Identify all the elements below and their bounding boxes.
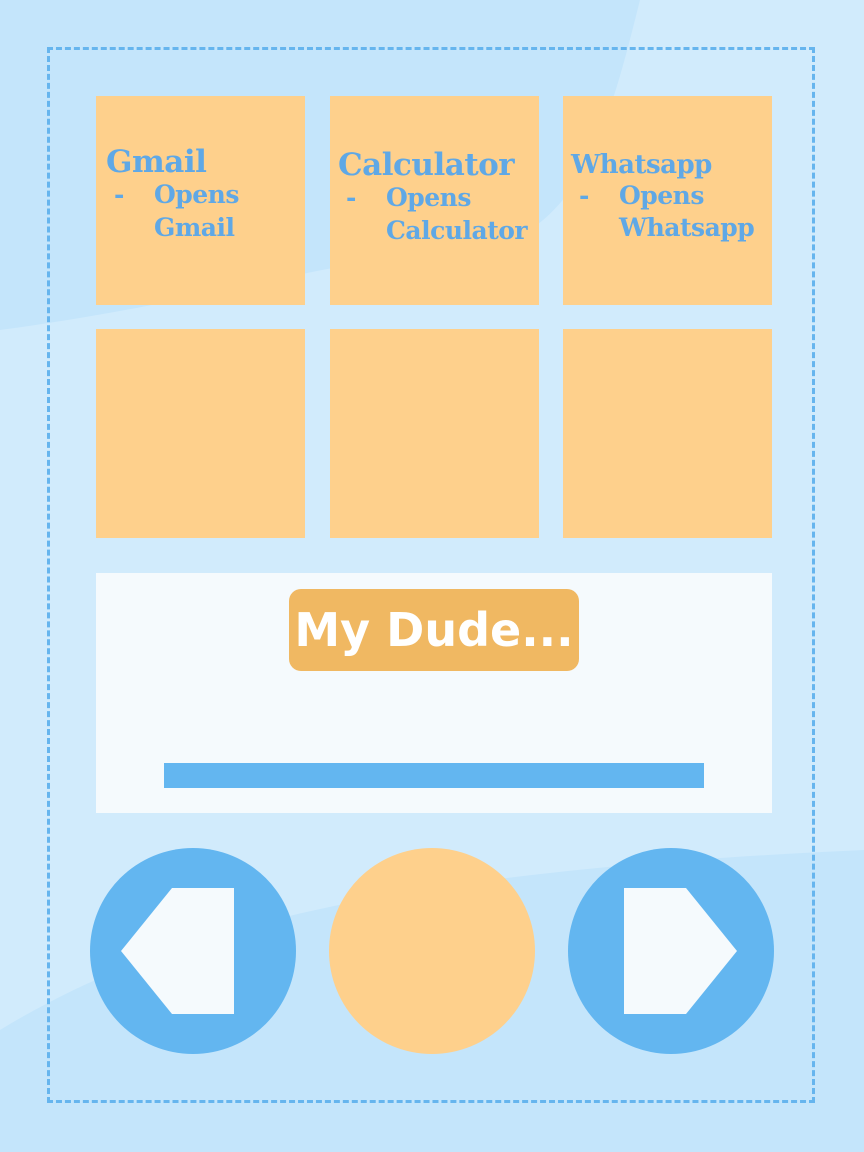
app-tile-empty[interactable] (330, 329, 539, 538)
app-tile-desc: Opens (619, 181, 704, 210)
app-tile-desc: Opens (386, 183, 471, 212)
app-tile-empty[interactable] (96, 329, 305, 538)
panel-title: My Dude... (289, 589, 579, 671)
app-tile-empty[interactable] (563, 329, 772, 538)
now-playing-panel: My Dude... (96, 573, 772, 813)
app-tile-whatsapp[interactable]: Whatsapp - Opens Whatsapp (563, 96, 772, 305)
app-tile-desc-2: Whatsapp (619, 213, 755, 242)
app-tile-desc-2: Gmail (154, 213, 235, 242)
app-tile-desc-2: Calculator (386, 216, 528, 245)
app-tile-title: Calculator (338, 147, 515, 183)
bullet-dash: - (346, 183, 356, 212)
right-arrow-icon (624, 888, 737, 1014)
app-tile-title: Whatsapp (571, 150, 712, 180)
bullet-dash: - (114, 180, 124, 209)
app-tile-calculator[interactable]: Calculator - Opens Calculator (330, 96, 539, 305)
app-tile-desc: Opens (154, 180, 239, 209)
progress-bar[interactable] (164, 763, 704, 788)
bullet-dash: - (579, 181, 589, 210)
previous-button[interactable] (90, 848, 296, 1054)
app-tile-gmail[interactable]: Gmail - Opens Gmail (96, 96, 305, 305)
left-arrow-icon (121, 888, 234, 1014)
next-button[interactable] (568, 848, 774, 1054)
center-button[interactable] (329, 848, 535, 1054)
app-tile-title: Gmail (106, 144, 207, 180)
